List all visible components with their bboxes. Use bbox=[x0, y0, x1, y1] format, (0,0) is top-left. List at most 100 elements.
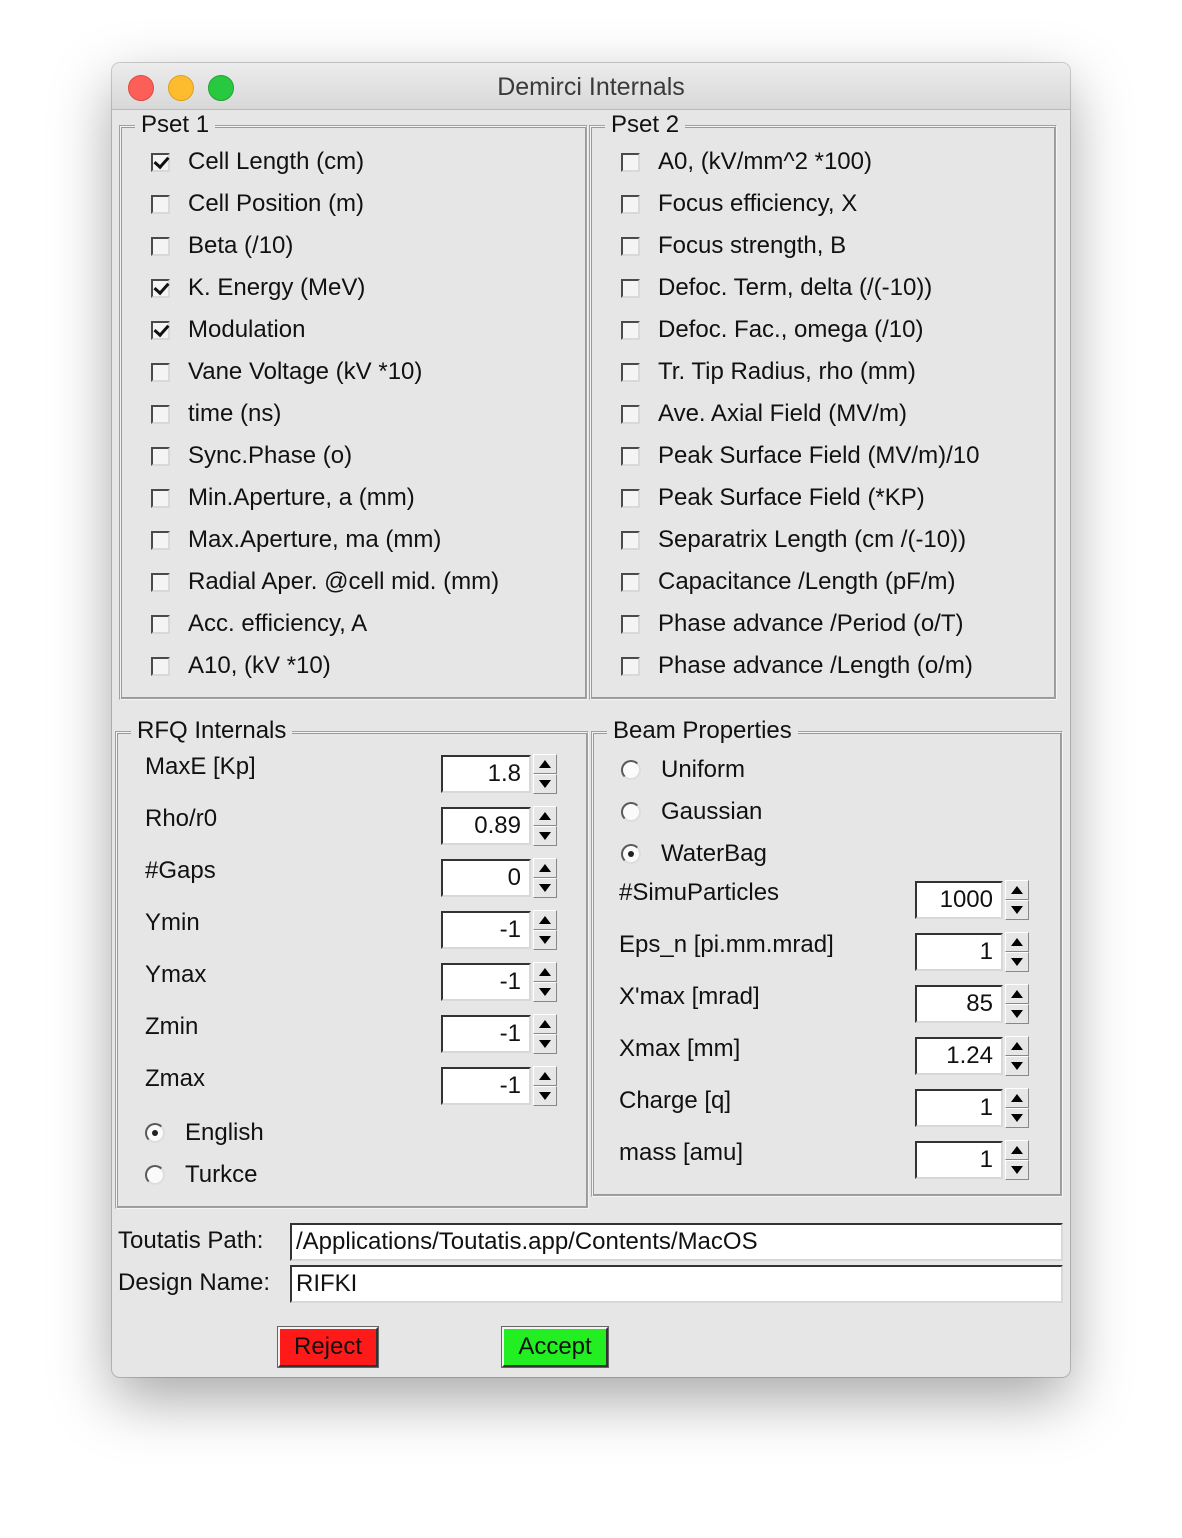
pset2-item-focus-efficiency-x[interactable]: Focus efficiency, X bbox=[621, 189, 857, 219]
beam-field-input-xmax-mm[interactable]: 1.24 bbox=[915, 1037, 1003, 1075]
decrement-arrow-icon[interactable] bbox=[1005, 1108, 1029, 1128]
decrement-arrow-icon[interactable] bbox=[533, 982, 557, 1002]
rfq-field-input-ymin[interactable]: -1 bbox=[441, 911, 531, 949]
increment-arrow-icon[interactable] bbox=[1005, 880, 1029, 900]
increment-arrow-icon[interactable] bbox=[533, 910, 557, 930]
pset2-item-defoc-fac-omega-10[interactable]: Defoc. Fac., omega (/10) bbox=[621, 315, 923, 345]
stepper-buttons[interactable] bbox=[1005, 1088, 1029, 1128]
increment-arrow-icon[interactable] bbox=[533, 806, 557, 826]
stepper-buttons[interactable] bbox=[533, 1066, 557, 1106]
decrement-arrow-icon[interactable] bbox=[533, 878, 557, 898]
checkbox-icon[interactable] bbox=[621, 446, 640, 466]
stepper-buttons[interactable] bbox=[533, 1014, 557, 1054]
decrement-arrow-icon[interactable] bbox=[1005, 952, 1029, 972]
decrement-arrow-icon[interactable] bbox=[533, 774, 557, 794]
increment-arrow-icon[interactable] bbox=[533, 1066, 557, 1086]
checkbox-icon[interactable] bbox=[621, 488, 640, 508]
stepper-buttons[interactable] bbox=[1005, 932, 1029, 972]
decrement-arrow-icon[interactable] bbox=[533, 826, 557, 846]
rfq-field-input-rho-r0[interactable]: 0.89 bbox=[441, 807, 531, 845]
radio-icon[interactable] bbox=[621, 802, 641, 822]
stepper-buttons[interactable] bbox=[533, 858, 557, 898]
checkbox-icon[interactable] bbox=[621, 404, 640, 424]
increment-arrow-icon[interactable] bbox=[1005, 1036, 1029, 1056]
rfq-field-input-zmax[interactable]: -1 bbox=[441, 1067, 531, 1105]
checkbox-icon[interactable] bbox=[151, 530, 170, 550]
pset2-item-separatrix-length-cm-10[interactable]: Separatrix Length (cm /(-10)) bbox=[621, 525, 966, 555]
rfq-field-input-ymax[interactable]: -1 bbox=[441, 963, 531, 1001]
pset1-item-k-energy-mev[interactable]: K. Energy (MeV) bbox=[151, 273, 365, 303]
decrement-arrow-icon[interactable] bbox=[1005, 1056, 1029, 1076]
radio-icon[interactable] bbox=[145, 1165, 165, 1185]
beam-field-input-mass-amu[interactable]: 1 bbox=[915, 1141, 1003, 1179]
pset2-item-focus-strength-b[interactable]: Focus strength, B bbox=[621, 231, 846, 261]
pset1-item-min-aperture-a-mm[interactable]: Min.Aperture, a (mm) bbox=[151, 483, 415, 513]
pset2-item-defoc-term-delta-10[interactable]: Defoc. Term, delta (/(-10)) bbox=[621, 273, 932, 303]
pset2-item-peak-surface-field-kp[interactable]: Peak Surface Field (*KP) bbox=[621, 483, 925, 513]
pset1-item-a10-kv-10[interactable]: A10, (kV *10) bbox=[151, 651, 331, 681]
pset1-item-sync-phase-o[interactable]: Sync.Phase (o) bbox=[151, 441, 352, 471]
checkbox-icon[interactable] bbox=[151, 278, 170, 298]
reject-button[interactable]: Reject bbox=[278, 1327, 378, 1367]
stepper-buttons[interactable] bbox=[1005, 984, 1029, 1024]
increment-arrow-icon[interactable] bbox=[533, 858, 557, 878]
decrement-arrow-icon[interactable] bbox=[1005, 1004, 1029, 1024]
checkbox-icon[interactable] bbox=[621, 278, 640, 298]
checkbox-icon[interactable] bbox=[621, 614, 640, 634]
pset2-item-capacitance-length-pf-m[interactable]: Capacitance /Length (pF/m) bbox=[621, 567, 955, 597]
decrement-arrow-icon[interactable] bbox=[533, 1034, 557, 1054]
stepper-buttons[interactable] bbox=[533, 910, 557, 950]
pset1-item-max-aperture-ma-mm[interactable]: Max.Aperture, ma (mm) bbox=[151, 525, 441, 555]
increment-arrow-icon[interactable] bbox=[1005, 1140, 1029, 1160]
checkbox-icon[interactable] bbox=[151, 362, 170, 382]
increment-arrow-icon[interactable] bbox=[1005, 1088, 1029, 1108]
beam-field-input-eps-n-pi-mm-mrad[interactable]: 1 bbox=[915, 933, 1003, 971]
stepper-buttons[interactable] bbox=[533, 754, 557, 794]
pset1-item-acc-efficiency-a[interactable]: Acc. efficiency, A bbox=[151, 609, 367, 639]
beam-field-input-simuparticles[interactable]: 1000 bbox=[915, 881, 1003, 919]
increment-arrow-icon[interactable] bbox=[533, 754, 557, 774]
pset1-item-radial-aper-cell-mid-mm[interactable]: Radial Aper. @cell mid. (mm) bbox=[151, 567, 499, 597]
checkbox-icon[interactable] bbox=[151, 488, 170, 508]
beam-field-input-x-max-mrad[interactable]: 85 bbox=[915, 985, 1003, 1023]
rfq-field-input-maxe-kp[interactable]: 1.8 bbox=[441, 755, 531, 793]
beam-option-uniform[interactable]: Uniform bbox=[621, 755, 745, 785]
radio-icon[interactable] bbox=[621, 844, 641, 864]
pset2-item-ave-axial-field-mv-m[interactable]: Ave. Axial Field (MV/m) bbox=[621, 399, 907, 429]
rfq-field-input-gaps[interactable]: 0 bbox=[441, 859, 531, 897]
checkbox-icon[interactable] bbox=[621, 530, 640, 550]
increment-arrow-icon[interactable] bbox=[1005, 932, 1029, 952]
radio-icon[interactable] bbox=[621, 760, 641, 780]
rfq-option-english[interactable]: English bbox=[145, 1118, 264, 1148]
rfq-field-input-zmin[interactable]: -1 bbox=[441, 1015, 531, 1053]
pset1-item-vane-voltage-kv-10[interactable]: Vane Voltage (kV *10) bbox=[151, 357, 422, 387]
checkbox-icon[interactable] bbox=[151, 236, 170, 256]
decrement-arrow-icon[interactable] bbox=[1005, 1160, 1029, 1180]
checkbox-icon[interactable] bbox=[151, 194, 170, 214]
checkbox-icon[interactable] bbox=[151, 656, 170, 676]
pset2-item-tr-tip-radius-rho-mm[interactable]: Tr. Tip Radius, rho (mm) bbox=[621, 357, 916, 387]
pset2-item-a0-kv-mm-2-100[interactable]: A0, (kV/mm^2 *100) bbox=[621, 147, 872, 177]
pset2-item-peak-surface-field-mv-m-10[interactable]: Peak Surface Field (MV/m)/10 bbox=[621, 441, 979, 471]
pset1-item-cell-length-cm[interactable]: Cell Length (cm) bbox=[151, 147, 364, 177]
pset1-item-time-ns[interactable]: time (ns) bbox=[151, 399, 281, 429]
beam-option-waterbag[interactable]: WaterBag bbox=[621, 839, 767, 869]
design-name-input[interactable]: RIFKI bbox=[290, 1265, 1063, 1303]
pset2-item-phase-advance-length-o-m[interactable]: Phase advance /Length (o/m) bbox=[621, 651, 973, 681]
rfq-option-turkce[interactable]: Turkce bbox=[145, 1160, 257, 1190]
stepper-buttons[interactable] bbox=[533, 962, 557, 1002]
increment-arrow-icon[interactable] bbox=[533, 1014, 557, 1034]
stepper-buttons[interactable] bbox=[1005, 880, 1029, 920]
stepper-buttons[interactable] bbox=[1005, 1140, 1029, 1180]
title-bar[interactable]: Demirci Internals bbox=[112, 63, 1070, 110]
checkbox-icon[interactable] bbox=[621, 572, 640, 592]
checkbox-icon[interactable] bbox=[151, 320, 170, 340]
radio-icon[interactable] bbox=[145, 1123, 165, 1143]
decrement-arrow-icon[interactable] bbox=[1005, 900, 1029, 920]
checkbox-icon[interactable] bbox=[621, 320, 640, 340]
checkbox-icon[interactable] bbox=[621, 194, 640, 214]
stepper-buttons[interactable] bbox=[533, 806, 557, 846]
decrement-arrow-icon[interactable] bbox=[533, 1086, 557, 1106]
accept-button[interactable]: Accept bbox=[502, 1327, 608, 1367]
checkbox-icon[interactable] bbox=[621, 236, 640, 256]
